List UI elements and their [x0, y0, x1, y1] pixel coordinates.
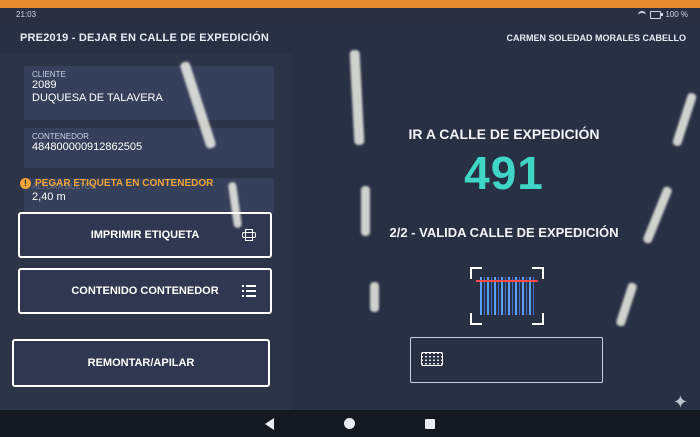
- container-content-text: CONTENIDO CONTENEDOR: [71, 285, 219, 297]
- client-label: CLIENTE: [32, 70, 66, 79]
- top-accent-strip: [0, 0, 700, 8]
- printer-icon: [242, 229, 256, 241]
- print-label-button[interactable]: IMPRIMIR ETIQUETA: [18, 212, 272, 258]
- validation-step-text: 2/2 - VALIDA CALLE DE EXPEDICIÓN: [389, 225, 619, 240]
- container-label: CONTENEDOR: [32, 132, 89, 141]
- app-header: PRE2019 - DEJAR EN CALLE DE EXPEDICIÓN C…: [0, 22, 700, 54]
- android-nav-bar: [0, 410, 700, 437]
- stack-button[interactable]: REMONTAR/APILAR: [12, 339, 270, 387]
- user-name: CARMEN SOLEDAD MORALES CABELLO: [506, 33, 687, 43]
- battery-icon: [650, 10, 664, 19]
- stack-text: REMONTAR/APILAR: [87, 357, 195, 369]
- home-icon[interactable]: [344, 418, 355, 429]
- container-content-button[interactable]: CONTENIDO CONTENEDOR: [18, 268, 272, 314]
- height-value: 2,40 m: [32, 191, 66, 203]
- page-title: PRE2019 - DEJAR EN CALLE DE EXPEDICIÓN: [20, 32, 270, 44]
- recent-apps-icon[interactable]: [425, 418, 435, 429]
- container-card: CONTENEDOR 484800000912862505: [24, 128, 274, 168]
- warning-message: ! PEGAR ETIQUETA EN CONTENEDOR: [20, 178, 213, 189]
- client-card: CLIENTE 2089 DUQUESA DE TALAVERA: [24, 66, 274, 120]
- client-code: 2089: [32, 79, 57, 91]
- keyboard-icon[interactable]: [421, 352, 443, 366]
- barcode-scan-icon[interactable]: [470, 267, 544, 325]
- sparkle-icon: ✦: [672, 392, 688, 412]
- client-name: DUQUESA DE TALAVERA: [32, 92, 163, 104]
- back-icon[interactable]: [265, 417, 274, 430]
- battery-level: 100 %: [665, 10, 688, 19]
- alert-icon: !: [20, 178, 31, 189]
- container-value: 484800000912862505: [32, 141, 143, 153]
- warning-text: PEGAR ETIQUETA EN CONTENEDOR: [35, 178, 214, 189]
- wifi-icon: [638, 10, 647, 19]
- status-bar: 21:03 100 %: [0, 8, 700, 22]
- status-time: 21:03: [16, 10, 37, 19]
- street-code-input[interactable]: [410, 337, 603, 383]
- print-label-text: IMPRIMIR ETIQUETA: [90, 229, 200, 241]
- street-number: 491: [464, 147, 544, 199]
- list-icon: [242, 285, 256, 297]
- instruction-text: IR A CALLE DE EXPEDICIÓN: [408, 126, 600, 142]
